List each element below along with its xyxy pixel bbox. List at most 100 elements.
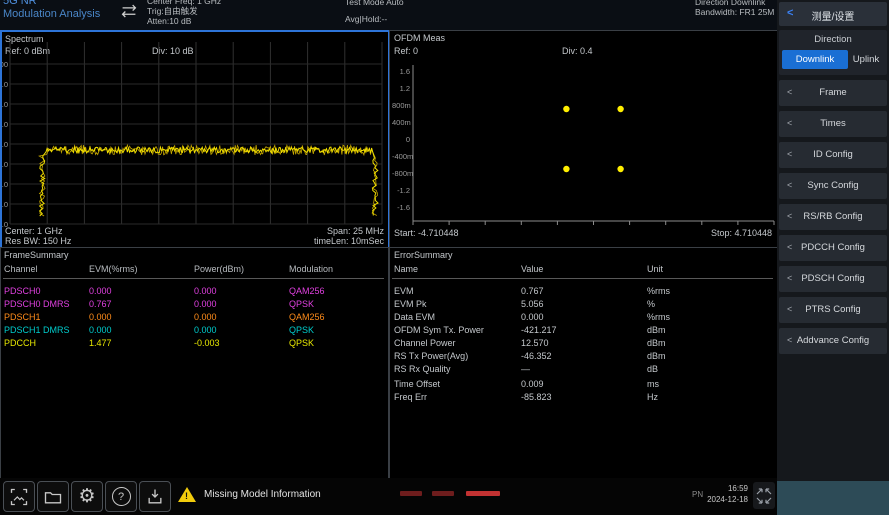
cell-value: -85.823 — [521, 392, 552, 402]
col-header: Modulation — [289, 264, 334, 274]
col-header: Name — [394, 264, 419, 274]
error-summary-header-row: Name Value Unit — [390, 264, 777, 277]
app-mode-line1: 5G NR — [3, 0, 37, 7]
cell-unit: Hz — [647, 392, 658, 402]
sidebar-item-label: Sync Config — [807, 180, 859, 191]
cell-unit: dB — [647, 364, 659, 374]
sidebar-item-label: Frame — [819, 87, 847, 98]
ofdm-y-label: 1.2 — [399, 84, 410, 93]
ofdm-meas-panel[interactable]: OFDM Meas Ref: 0 Div: 0.4 1.6 1.2 800m 400m… — [389, 30, 778, 248]
sidebar-item-pdcch-config[interactable]: < PDCCH Config — [779, 235, 887, 261]
sidebar-item-ptrs-config[interactable]: < PTRS Config — [779, 297, 887, 323]
top-header: 5G NR Modulation Analysis Center Freq: 1… — [0, 0, 777, 30]
sidebar-title: 测量/设置 — [811, 12, 855, 23]
sidebar-item-sync-config[interactable]: < Sync Config — [779, 173, 887, 199]
spectrum-panel[interactable]: Spectrum Ref: 0 dBm Div: 10 dB 0.00-10.0… — [0, 30, 390, 249]
status-dash — [400, 491, 422, 496]
table-row: RS Rx Quality — dB — [390, 364, 777, 377]
cell-value: 5.056 — [521, 299, 544, 309]
date-label: 2024-12-18 — [707, 495, 748, 504]
cell-evm: 0.000 — [89, 286, 112, 296]
bottom-toolbar: ⚙ ? ! Missing Model Information PN 16:59… — [0, 478, 777, 515]
frame-summary-header-row: Channel EVM(%rms) Power(dBm) Modulation — [1, 264, 388, 277]
spectrum-y-label: -10.0 — [1, 80, 8, 89]
cell-unit: %rms — [647, 286, 670, 296]
bandwidth-label: Bandwidth: FR1 25M — [695, 7, 775, 17]
screenshot-button[interactable] — [3, 481, 35, 512]
ofdm-y-label: -400m — [392, 152, 414, 161]
table-row: Channel Power 12.570 dBm — [390, 338, 777, 351]
cell-power: 0.000 — [194, 312, 217, 322]
col-header: Value — [521, 264, 544, 274]
cell-modulation: QPSK — [289, 338, 315, 348]
frame-summary-panel: FrameSummary Channel EVM(%rms) Power(dBm… — [0, 247, 389, 479]
cell-name: RS Tx Power(Avg) — [394, 351, 469, 361]
settings-button[interactable]: ⚙ — [71, 481, 103, 512]
connection-status[interactable] — [753, 482, 775, 509]
save-button[interactable] — [139, 481, 171, 512]
table-row: EVM 0.767 %rms — [390, 286, 777, 299]
sidebar-item-frame[interactable]: < Frame — [779, 80, 887, 106]
settings-sidebar: < 测量/设置 Direction Downlink Uplink < Fram… — [777, 0, 889, 515]
warning-message: Missing Model Information — [204, 489, 321, 500]
table-row: PDCCH 1.477 -0.003 QPSK — [1, 338, 388, 351]
ofdm-y-label: 800m — [392, 101, 411, 110]
avg-hold-label: Avg|Hold:-- — [345, 14, 388, 24]
direction-section-label: Direction — [814, 34, 852, 45]
sidebar-item-times[interactable]: < Times — [779, 111, 887, 137]
spectrum-y-label: -50.0 — [1, 160, 8, 169]
help-button[interactable]: ? — [105, 481, 137, 512]
warning-exclamation: ! — [185, 491, 188, 501]
cell-value: 0.000 — [521, 312, 544, 322]
cell-name: Time Offset — [394, 379, 441, 389]
table-row: EVM Pk 5.056 % — [390, 299, 777, 312]
help-icon: ? — [111, 487, 131, 506]
table-row: Time Offset 0.009 ms — [390, 379, 777, 392]
ofdm-y-label: 1.6 — [399, 67, 410, 76]
cell-channel: PDCCH — [4, 338, 37, 348]
status-dash — [466, 491, 500, 496]
cell-modulation: QAM256 — [289, 286, 325, 296]
spectrum-y-label: 0.00 — [0, 60, 8, 69]
cell-name: Channel Power — [394, 338, 456, 348]
download-icon — [148, 489, 162, 503]
cell-modulation: QPSK — [289, 325, 315, 335]
file-browser-button[interactable] — [37, 481, 69, 512]
cell-unit: dBm — [647, 351, 666, 361]
sidebar-item-label: RS/RB Config — [803, 211, 863, 222]
downlink-button[interactable]: Downlink — [782, 50, 848, 69]
uplink-button[interactable]: Uplink — [847, 50, 885, 69]
col-header: Power(dBm) — [194, 264, 245, 274]
cell-evm: 1.477 — [89, 338, 112, 348]
direction-label: Direction Downlink — [695, 0, 766, 7]
sidebar-item-id-config[interactable]: < ID Config — [779, 142, 887, 168]
constellation-point — [617, 105, 624, 113]
sidebar-item-label: Times — [820, 118, 846, 129]
repeat-icon — [121, 4, 137, 18]
trigger-label: Trig:自由触发 — [147, 6, 198, 16]
sidebar-header[interactable]: < 测量/设置 — [779, 2, 887, 26]
ofdm-y-label: 0 — [405, 135, 410, 144]
ofdm-y-label: -1.2 — [397, 186, 410, 195]
sidebar-item-label: PDSCH Config — [801, 273, 865, 284]
network-arrows-icon — [756, 487, 772, 504]
divider — [3, 278, 384, 279]
cell-power: 0.000 — [194, 299, 217, 309]
cell-channel: PDSCH1 DMRS — [4, 325, 70, 335]
spectrum-timelen: timeLen: 10mSec — [313, 236, 384, 246]
cell-unit: dBm — [647, 338, 666, 348]
sidebar-item-rsrb-config[interactable]: < RS/RB Config — [779, 204, 887, 230]
spectrum-center: Center: 1 GHz — [5, 226, 63, 236]
sidebar-item-label: ID Config — [813, 149, 853, 160]
cell-value: 0.009 — [521, 379, 544, 389]
ofdm-y-label: -1.6 — [397, 203, 410, 212]
cell-channel: PDSCH1 — [4, 312, 41, 322]
atten-label: Atten:10 dB — [147, 16, 192, 26]
frame-summary-title: FrameSummary — [4, 250, 69, 260]
sidebar-item-pdsch-config[interactable]: < PDSCH Config — [779, 266, 887, 292]
sidebar-item-addvance-config[interactable]: < Addvance Config — [779, 328, 887, 354]
clock: 16:59 2024-12-18 — [700, 483, 748, 505]
table-row: PDSCH1 DMRS 0.000 0.000 QPSK — [1, 325, 388, 338]
screenshot-icon — [10, 488, 28, 505]
gear-icon: ⚙ — [78, 485, 96, 507]
